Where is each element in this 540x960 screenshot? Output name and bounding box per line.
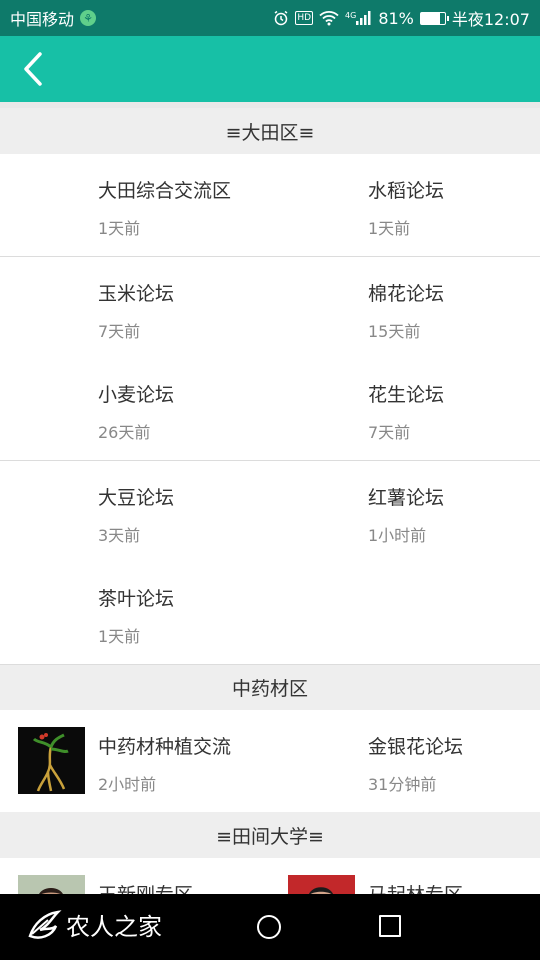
forum-item-dadou[interactable]: 大豆论坛 3天前 — [0, 461, 270, 563]
forum-item-xiaomai[interactable]: 小麦论坛 26天前 — [0, 358, 270, 460]
forum-last-update: 15天前 — [368, 322, 421, 341]
forum-item-jinyinhua[interactable]: 金银花论坛 31分钟前 — [270, 710, 540, 812]
forum-item-shuidao[interactable]: 水稻论坛 1天前 — [270, 154, 540, 256]
status-right: HD 4G 81% 半夜12:07 — [273, 6, 530, 30]
expert-avatar — [18, 875, 85, 894]
clock: 半夜12:07 — [451, 10, 530, 29]
forum-last-update: 2小时前 — [98, 775, 157, 794]
forum-thumbnail — [18, 727, 85, 794]
forum-last-update: 31分钟前 — [368, 775, 437, 794]
battery-percent: 81% — [378, 8, 414, 28]
forum-title: 大豆论坛 — [98, 487, 175, 509]
forum-title: 玉米论坛 — [98, 283, 175, 305]
forum-title: 马起林专区 — [368, 880, 540, 894]
forum-title: 小麦论坛 — [98, 384, 175, 406]
forum-row: 小麦论坛 26天前 花生论坛 7天前 — [0, 358, 540, 460]
back-button[interactable] — [0, 36, 66, 102]
forum-last-update: 1小时前 — [368, 526, 427, 545]
navigation-bar: 农人之家 — [0, 894, 540, 960]
forum-item-yumi[interactable]: 玉米论坛 7天前 — [0, 257, 270, 359]
leaf-logo-icon — [28, 910, 62, 939]
forum-row: 玉米论坛 7天前 棉花论坛 15天前 — [0, 256, 540, 358]
forum-title: 水稻论坛 — [368, 180, 445, 202]
forum-title: 金银花论坛 — [368, 736, 464, 758]
forum-item-datian-zonghe[interactable]: 大田综合交流区 1天前 — [0, 154, 270, 256]
alarm-icon — [273, 10, 289, 26]
forum-item-maqilin[interactable]: 马起林专区 — [270, 858, 540, 894]
forum-item-wangxingang[interactable]: 王新刚专区 — [0, 858, 270, 894]
forum-item-huasheng[interactable]: 花生论坛 7天前 — [270, 358, 540, 460]
forum-title: 大田综合交流区 — [98, 180, 232, 202]
section-header-datian: ≡大田区≡ — [0, 108, 540, 154]
forum-row: 大豆论坛 3天前 红薯论坛 1小时前 — [0, 460, 540, 562]
forum-title: 花生论坛 — [368, 384, 445, 406]
square-recent-icon[interactable] — [379, 915, 401, 937]
section-header-tianjian: ≡田间大学≡ — [0, 812, 540, 858]
wifi-icon — [319, 10, 339, 26]
app-logo: 农人之家 — [26, 906, 162, 942]
forum-last-update: 3天前 — [98, 526, 141, 545]
forum-title: 茶叶论坛 — [98, 588, 175, 610]
battery-icon — [419, 11, 449, 25]
forum-item-chaye[interactable]: 茶叶论坛 1天前 — [0, 562, 270, 664]
battery-fill — [420, 12, 441, 24]
forum-last-update: 26天前 — [98, 423, 151, 442]
forum-last-update: 7天前 — [368, 423, 411, 442]
section-header-zhongyao: 中药材区 — [0, 664, 540, 710]
forum-title: 红薯论坛 — [368, 487, 445, 509]
forum-item-hongshu[interactable]: 红薯论坛 1小时前 — [270, 461, 540, 563]
app-notification-icon: ⚘ — [80, 10, 97, 26]
status-left: 中国移动 ⚘ — [10, 6, 97, 30]
forum-item-mianhua[interactable]: 棉花论坛 15天前 — [270, 257, 540, 359]
forum-last-update: 1天前 — [98, 219, 141, 238]
forum-last-update: 1天前 — [368, 219, 411, 238]
signal-icon: 4G — [345, 11, 372, 25]
forum-row: 茶叶论坛 1天前 — [0, 562, 540, 664]
chevron-left-icon — [24, 52, 42, 86]
app-logo-text: 农人之家 — [66, 912, 162, 941]
network-type-label: 4G — [345, 11, 357, 20]
forum-title: 中药材种植交流 — [98, 736, 232, 758]
status-bar: 中国移动 ⚘ HD 4G 81% 半夜12:07 — [0, 0, 540, 36]
forum-row: 大田综合交流区 1天前 水稻论坛 1天前 — [0, 154, 540, 256]
forum-row: 王新刚专区 马起林专区 — [0, 858, 540, 894]
app-bar — [0, 36, 540, 102]
forum-title: 王新刚专区 — [98, 880, 270, 894]
forum-title: 棉花论坛 — [368, 283, 445, 305]
forum-last-update: 7天前 — [98, 322, 141, 341]
carrier-label: 中国移动 — [10, 10, 75, 29]
expert-avatar — [288, 875, 355, 894]
forum-list[interactable]: ≡大田区≡ 大田综合交流区 1天前 水稻论坛 1天前 玉米论坛 7天前 棉花论坛… — [0, 102, 540, 894]
forum-row: 中药材种植交流 2小时前 金银花论坛 31分钟前 — [0, 710, 540, 812]
circle-home-icon[interactable] — [257, 915, 281, 939]
hd-icon: HD — [295, 11, 314, 25]
forum-item-zhongyaocai[interactable]: 中药材种植交流 2小时前 — [0, 710, 270, 812]
forum-last-update: 1天前 — [98, 627, 141, 646]
